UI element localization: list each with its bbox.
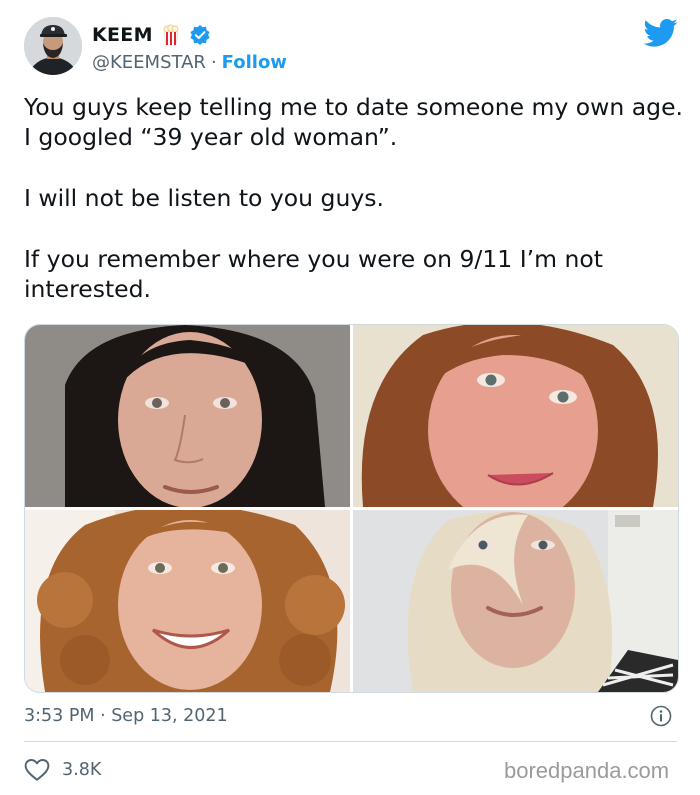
verified-badge-icon [189, 24, 211, 46]
photo-4[interactable] [353, 510, 678, 692]
tweet-card: KEEM @KEEMSTAR · Follow You guys keep te… [0, 0, 700, 795]
like-count[interactable]: 3.8K [62, 760, 101, 780]
photo-1[interactable] [25, 325, 350, 507]
twitter-bird-icon[interactable] [643, 18, 678, 48]
tweet-paragraph: If you remember where you were on 9/11 I… [24, 245, 603, 303]
photo-3-image [25, 510, 350, 692]
popcorn-icon [161, 24, 181, 46]
photo-2-image [353, 325, 678, 507]
tweet-paragraph: I will not be listen to you guys. [24, 184, 384, 212]
photo-3[interactable] [25, 510, 350, 692]
separator-dot: · [210, 51, 217, 73]
media-grid [24, 324, 679, 693]
heart-icon[interactable] [24, 758, 50, 782]
author-handle-row: @KEEMSTAR · Follow [92, 50, 287, 74]
avatar[interactable] [24, 17, 82, 75]
photo-4-image [353, 510, 678, 692]
avatar-image [24, 17, 82, 75]
author-name-row: KEEM [92, 22, 211, 48]
tweet-paragraph: You guys keep telling me to date someone… [24, 93, 684, 151]
author-display-name[interactable]: KEEM [92, 24, 153, 46]
divider [24, 741, 677, 742]
tweet-timestamp[interactable]: 3:53 PM · Sep 13, 2021 [24, 704, 228, 728]
info-icon[interactable] [650, 705, 672, 727]
tweet-text: You guys keep telling me to date someone… [24, 92, 684, 304]
author-handle[interactable]: @KEEMSTAR [92, 52, 206, 73]
follow-button[interactable]: Follow [222, 52, 287, 73]
photo-1-image [25, 325, 350, 507]
like-row: 3.8K [24, 757, 101, 783]
photo-2[interactable] [353, 325, 678, 507]
watermark: boredpanda.com [504, 758, 670, 783]
